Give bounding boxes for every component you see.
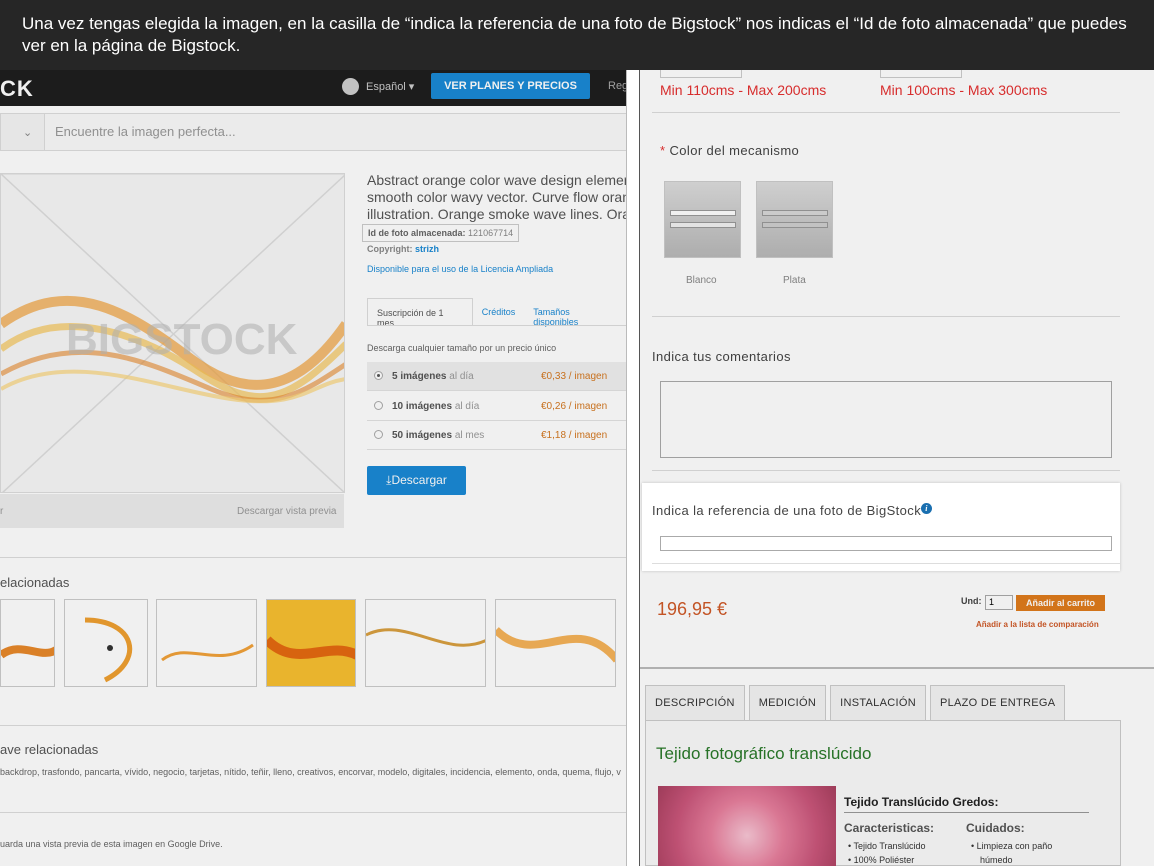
radio-button[interactable] [374, 430, 383, 439]
width-limits: Min 110cms - Max 200cms [660, 82, 827, 98]
description-line: Abstract orange color wave design elemen [367, 172, 626, 188]
related-thumbnail[interactable] [64, 599, 148, 687]
bigstock-reference-input[interactable] [660, 536, 1112, 551]
add-to-cart-button[interactable]: Añadir al carrito [1016, 595, 1105, 611]
product-image[interactable] [658, 786, 836, 866]
tab-subscription[interactable]: Suscripción de 1 mes [367, 298, 473, 328]
swatch-label: Plata [783, 275, 806, 286]
stored-id-label: Id de foto almacenada: [368, 228, 466, 238]
description-line: illustration. Orange smoke wave lines. O… [367, 206, 626, 222]
mechanism-color-label: * Color del mecanismo [660, 143, 800, 158]
swatch-label: Blanco [686, 275, 717, 286]
reference-highlight: Indica la referencia de una foto de BigS… [642, 483, 1120, 571]
tab-credits[interactable]: Créditos [473, 298, 525, 326]
purchase-tabs: Suscripción de 1 mes Créditos Tamaños di… [367, 298, 626, 328]
search-bar: ⌄ Encuentre la imagen perfecta... [0, 113, 626, 151]
related-images-title: elacionadas [0, 575, 70, 590]
product-description-panel: Tejido fotográfico translúcido Tejido Tr… [645, 720, 1121, 866]
product-price: 196,95 € [657, 599, 728, 619]
copyright-owner-link[interactable]: strizh [415, 244, 439, 254]
feature-item: • Tejido Translúcido [848, 841, 926, 851]
plan-price: €0,26 / imagen [541, 401, 608, 412]
height-limits: Min 100cms - Max 300cms [880, 82, 1048, 98]
stored-id-value: 121067714 [468, 228, 514, 238]
keywords-title: ave relacionadas [0, 742, 99, 757]
quantity-label: Und: [961, 596, 982, 606]
product-title: Tejido fotográfico translúcido [656, 744, 872, 763]
related-thumbnail[interactable] [156, 599, 257, 687]
globe-icon[interactable] [342, 78, 359, 95]
tab-description[interactable]: DESCRIPCIÓN [645, 685, 745, 721]
plan-price: €0,33 / imagen [541, 371, 608, 382]
register-link[interactable]: Reg [608, 80, 626, 92]
tab-delivery[interactable]: PLAZO DE ENTREGA [929, 685, 1066, 721]
plan-option[interactable]: 10 imágenes al día €0,26 / imagen [367, 392, 626, 421]
download-button[interactable]: ⤓Descargar [367, 466, 466, 495]
quantity-input[interactable]: 1 [985, 595, 1013, 610]
bigstock-logo[interactable]: CK [0, 76, 34, 102]
swatch-silver[interactable] [756, 181, 833, 258]
compare-link[interactable]: Añadir a la lista de comparación [976, 620, 1099, 629]
related-thumbnail[interactable] [266, 599, 356, 687]
feature-item: • 100% Poliéster [848, 855, 915, 865]
height-input[interactable] [880, 70, 962, 78]
plan-option[interactable]: 5 imágenes al día €0,33 / imagen [367, 362, 626, 391]
preview-bar: r Descargar vista previa [0, 494, 344, 528]
product-tabs: DESCRIPCIÓN MEDICIÓN INSTALACIÓN PLAZO D… [645, 685, 1066, 721]
radio-button[interactable] [374, 371, 383, 380]
google-drive-note[interactable]: uarda una vista previa de esta imagen en… [0, 839, 223, 849]
watermark-text: BIGSTOCK [66, 315, 298, 364]
bigstock-header: CK Español ▾ VER PLANES Y PRECIOS Reg [0, 70, 626, 106]
related-thumbnail[interactable] [495, 599, 616, 687]
panel-divider [626, 0, 640, 866]
tab-sizes[interactable]: Tamaños disponibles [524, 298, 626, 327]
keyword-list[interactable]: backdrop, trasfondo, pancarta, vívido, n… [0, 767, 626, 777]
plan-price: €1,18 / imagen [541, 430, 608, 441]
width-input[interactable] [660, 70, 742, 78]
care-item: • Limpieza con paño [971, 841, 1053, 851]
info-icon[interactable]: i [921, 503, 933, 514]
preview-bar-left: r [0, 506, 4, 517]
tab-measurement[interactable]: MEDICIÓN [748, 685, 827, 721]
wave-image: BIGSTOCK [1, 174, 344, 492]
care-title: Cuidados: [966, 821, 1025, 835]
related-thumbnail[interactable] [365, 599, 486, 687]
shop-page: Min 110cms - Max 200cms Min 100cms - Max… [640, 0, 1154, 866]
comments-label: Indica tus comentarios [652, 349, 791, 364]
description-line: smooth color wavy vector. Curve flow ora… [367, 189, 626, 205]
bigstock-page: CK Español ▾ VER PLANES Y PRECIOS Reg ⌄ … [0, 0, 626, 866]
download-preview-link[interactable]: Descargar vista previa [237, 506, 336, 517]
search-input[interactable]: Encuentre la imagen perfecta... [44, 114, 626, 150]
reference-label: Indica la referencia de una foto de BigS… [652, 503, 933, 518]
features-title: Caracteristicas: [844, 821, 935, 835]
radio-button[interactable] [374, 401, 383, 410]
image-description: Abstract orange color wave design elemen… [367, 172, 626, 223]
chevron-down-icon[interactable]: ⌄ [23, 126, 32, 139]
comments-textarea[interactable] [660, 381, 1112, 458]
plan-option[interactable]: 50 imágenes al mes €1,18 / imagen [367, 421, 626, 450]
related-thumbnail[interactable] [0, 599, 55, 687]
tutorial-caption: Una vez tengas elegida la imagen, en la … [0, 0, 1154, 70]
plans-pricing-button[interactable]: VER PLANES Y PRECIOS [431, 73, 590, 99]
language-selector[interactable]: Español ▾ [366, 80, 414, 93]
stored-photo-id: Id de foto almacenada: 121067714 [362, 224, 520, 242]
copyright: Copyright: strizh [367, 244, 439, 254]
plan-intro: Descarga cualquier tamaño por un precio … [367, 343, 557, 353]
extended-license-link[interactable]: Disponible para el uso de la Licencia Am… [367, 264, 553, 274]
care-item: húmedo [980, 855, 1013, 865]
swatch-white[interactable] [664, 181, 741, 258]
product-subtitle: Tejido Translúcido Gredos: [844, 795, 1089, 813]
image-preview[interactable]: BIGSTOCK [0, 173, 345, 493]
copyright-label: Copyright: [367, 244, 413, 254]
tab-installation[interactable]: INSTALACIÓN [830, 685, 926, 721]
